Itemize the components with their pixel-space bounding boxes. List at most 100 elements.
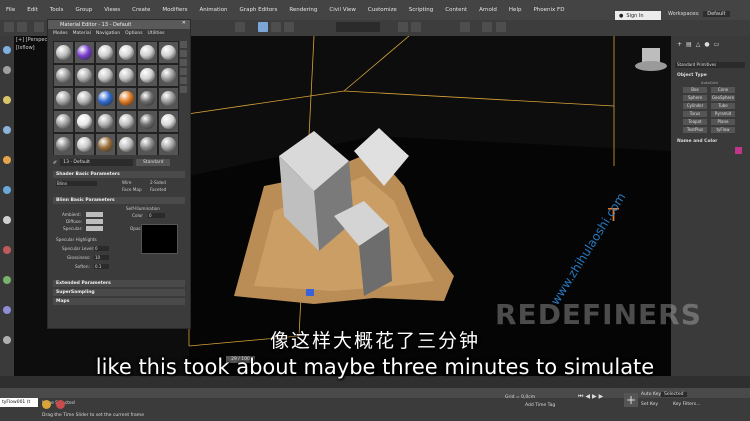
modify-tab-icon[interactable]: ▤	[686, 41, 692, 48]
mirror-icon[interactable]	[398, 22, 408, 32]
material-slot[interactable]	[75, 134, 94, 155]
side-tool-icon[interactable]	[180, 41, 187, 48]
material-slot[interactable]	[96, 111, 115, 132]
next-frame-icon[interactable]: ▶	[599, 393, 604, 400]
hierarchy-tab-icon[interactable]: △	[696, 41, 701, 48]
cone-button[interactable]: Cone	[711, 87, 735, 93]
maxscript-listener[interactable]: tyFlow001 (t	[0, 398, 38, 407]
supersampling-rollout[interactable]: SuperSampling	[53, 289, 185, 296]
me-menu-options[interactable]: Options	[125, 31, 142, 36]
menu-file[interactable]: File	[0, 7, 21, 13]
material-slot[interactable]	[159, 88, 178, 109]
menu-help[interactable]: Help	[503, 7, 528, 13]
isolate-icon[interactable]	[56, 400, 65, 409]
material-slot[interactable]	[117, 134, 136, 155]
menu-create[interactable]: Create	[126, 7, 156, 13]
space-warp-icon[interactable]	[3, 276, 11, 284]
sign-in-button[interactable]: ● Sign In	[615, 11, 661, 20]
soften-field[interactable]: 0.1	[94, 264, 109, 269]
eyedropper-icon[interactable]: ✐	[53, 160, 57, 166]
systems-icon[interactable]	[3, 306, 11, 314]
menu-content[interactable]: Content	[439, 7, 473, 13]
menu-civil-view[interactable]: Civil View	[323, 7, 361, 13]
two-sided-checkbox[interactable]: 2-Sided	[150, 180, 166, 185]
material-slot[interactable]	[117, 65, 136, 86]
add-time-tag-button[interactable]: Add Time Tag	[525, 403, 555, 408]
material-slot[interactable]	[117, 111, 136, 132]
material-slot[interactable]	[96, 65, 115, 86]
menu-group[interactable]: Group	[69, 7, 98, 13]
undo-icon[interactable]	[4, 22, 14, 32]
me-menu-navigation[interactable]: Navigation	[96, 31, 120, 36]
move-icon[interactable]	[258, 22, 268, 32]
sun-icon[interactable]	[3, 156, 11, 164]
select-icon[interactable]	[235, 22, 245, 32]
face-map-checkbox[interactable]: Face Map	[122, 187, 142, 192]
modifier-icon[interactable]	[3, 246, 11, 254]
menu-customize[interactable]: Customize	[362, 7, 403, 13]
object-color-swatch[interactable]	[735, 147, 742, 154]
material-slot[interactable]	[54, 65, 73, 86]
material-slot[interactable]	[96, 134, 115, 155]
menu-animation[interactable]: Animation	[194, 7, 234, 13]
go-start-icon[interactable]: ⏮	[578, 393, 583, 400]
material-editor-icon[interactable]	[460, 22, 470, 32]
material-slot[interactable]	[75, 111, 94, 132]
key-filters-button[interactable]: Key Filters...	[673, 402, 700, 407]
sphere-button[interactable]: Sphere	[683, 95, 707, 101]
color-value-field[interactable]: 0	[148, 213, 165, 218]
menu-arnold[interactable]: Arnold	[473, 7, 503, 13]
material-slot[interactable]	[138, 65, 157, 86]
sphere-icon[interactable]	[3, 186, 11, 194]
shader-basic-rollout[interactable]: Shader Basic Parameters	[53, 171, 185, 178]
render-setup-icon[interactable]	[482, 22, 492, 32]
material-slot[interactable]	[138, 111, 157, 132]
material-slot[interactable]	[159, 65, 178, 86]
material-editor-titlebar[interactable]: Material Editor - 13 - Default ✕	[48, 20, 190, 29]
material-slot[interactable]	[138, 42, 157, 63]
torus-button[interactable]: Torus	[683, 111, 707, 117]
menu-tools[interactable]: Tools	[44, 7, 70, 13]
key-mode-dropdown[interactable]: Selected	[661, 392, 687, 397]
scene-explorer-icon[interactable]	[3, 46, 11, 54]
cylinder-button[interactable]: Cylinder	[683, 103, 707, 109]
close-icon[interactable]: ✕	[182, 20, 186, 26]
play-icon[interactable]: ▶	[592, 393, 597, 400]
name-color-header[interactable]: Name and Color	[677, 139, 717, 144]
menu-rendering[interactable]: Rendering	[283, 7, 323, 13]
material-name-field[interactable]: 13 - Default	[60, 159, 134, 166]
layer-icon[interactable]	[3, 66, 11, 74]
helper-icon[interactable]	[3, 126, 11, 134]
object-type-header[interactable]: Object Type	[677, 73, 707, 78]
me-menu-modes[interactable]: Modes	[53, 31, 68, 36]
shader-dropdown[interactable]: Blinn	[56, 181, 97, 186]
menu-modifiers[interactable]: Modifiers	[156, 7, 193, 13]
menu-graph-editors[interactable]: Graph Editors	[234, 7, 284, 13]
primitive-category-dropdown[interactable]: Standard Primitives	[675, 62, 745, 68]
me-menu-material[interactable]: Material	[73, 31, 91, 36]
set-key-icon[interactable]: +	[624, 393, 638, 407]
wire-checkbox[interactable]: Wire	[122, 180, 131, 185]
display-tab-icon[interactable]: ▭	[714, 41, 720, 48]
me-menu-utilities[interactable]: Utilities	[148, 31, 165, 36]
light-icon[interactable]	[3, 96, 11, 104]
material-slot[interactable]	[54, 42, 73, 63]
blinn-basic-rollout[interactable]: Blinn Basic Parameters	[53, 197, 185, 204]
material-slot[interactable]	[75, 88, 94, 109]
teapot-button[interactable]: Teapot	[683, 119, 707, 125]
geosphere-button[interactable]: GeoSphere	[711, 95, 735, 101]
menu-scripting[interactable]: Scripting	[403, 7, 439, 13]
redo-icon[interactable]	[17, 22, 27, 32]
set-key-button[interactable]: Set Key	[641, 402, 658, 407]
material-slot[interactable]	[54, 111, 73, 132]
link-icon[interactable]	[34, 22, 44, 32]
specular-level-field[interactable]: 0	[94, 246, 109, 251]
material-slot[interactable]	[138, 134, 157, 155]
material-slot[interactable]	[117, 42, 136, 63]
rotate-icon[interactable]	[271, 22, 281, 32]
side-tool-icon[interactable]	[180, 86, 187, 93]
box-button[interactable]: Box	[683, 87, 707, 93]
side-tool-icon[interactable]	[180, 59, 187, 66]
material-type-button[interactable]: Standard	[136, 159, 171, 166]
lock-selection-icon[interactable]	[42, 400, 51, 409]
